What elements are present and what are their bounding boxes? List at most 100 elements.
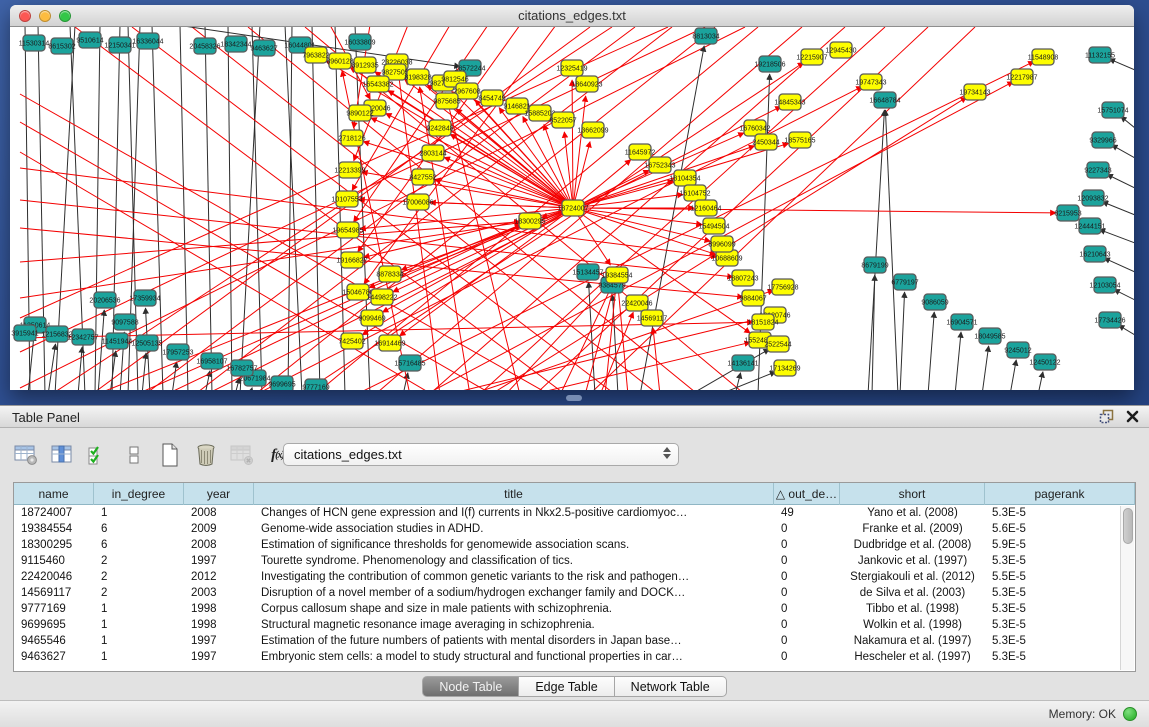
clear-selection-icon[interactable] xyxy=(120,442,147,469)
graph-node[interactable]: 18151824 xyxy=(747,314,778,330)
graph-node[interactable]: 9699695 xyxy=(268,376,295,390)
graph-edge[interactable] xyxy=(573,208,710,241)
graph-node[interactable]: 17734426 xyxy=(1094,312,1125,328)
graph-node[interactable]: 17006086 xyxy=(402,194,433,210)
graph-node[interactable]: 8454749 xyxy=(478,90,505,106)
graph-node[interactable]: 18807243 xyxy=(727,270,758,286)
graph-edge[interactable] xyxy=(180,27,188,390)
graph-edge[interactable] xyxy=(1010,360,1016,390)
graph-node[interactable]: 8215953 xyxy=(1054,205,1081,221)
graph-node[interactable]: 19166827 xyxy=(336,252,367,268)
graph-node[interactable]: 2522544 xyxy=(764,336,791,352)
graph-edge[interactable] xyxy=(718,372,776,390)
graph-node[interactable]: 9890122 xyxy=(346,105,373,121)
graph-node[interactable]: 11451944 xyxy=(102,333,133,349)
column-header-out_de[interactable]: △ out_de… xyxy=(774,483,840,505)
graph-node[interactable]: 9086059 xyxy=(921,294,948,310)
graph-edge[interactable] xyxy=(928,312,934,390)
graph-node[interactable]: 16752343 xyxy=(644,157,675,173)
graph-edge[interactable] xyxy=(250,388,252,390)
graph-node[interactable]: 16543382 xyxy=(362,76,393,92)
column-header-title[interactable]: title xyxy=(254,483,774,505)
graph-edge[interactable] xyxy=(78,347,82,390)
table-row[interactable]: 2242004622012Investigating the contribut… xyxy=(14,569,1135,585)
graph-node[interactable]: 12150341 xyxy=(104,37,135,53)
graph-node[interactable]: 9097588 xyxy=(111,314,138,330)
graph-node[interactable]: 22420046 xyxy=(621,295,652,311)
graph-edge[interactable] xyxy=(20,94,545,390)
graph-edge[interactable] xyxy=(1107,174,1134,188)
table-row[interactable]: 946554611997Estimation of the future num… xyxy=(14,633,1135,649)
graph-edge[interactable] xyxy=(285,27,302,390)
graph-node[interactable]: 12213399 xyxy=(334,162,365,178)
graph-node[interactable]: 8679199 xyxy=(861,257,888,273)
graph-node[interactable]: 16210643 xyxy=(1079,246,1110,262)
graph-node[interactable]: 16958107 xyxy=(196,353,227,369)
graph-node[interactable]: 9329966 xyxy=(1089,132,1116,148)
memory-indicator[interactable] xyxy=(1123,707,1137,721)
graph-node[interactable]: 18575165 xyxy=(784,132,815,148)
show-columns-icon[interactable] xyxy=(48,442,75,469)
graph-node[interactable]: 8615302 xyxy=(48,38,75,54)
graph-node[interactable]: 8878334 xyxy=(376,266,403,282)
graph-node[interactable]: 12342757 xyxy=(67,329,98,345)
graph-node[interactable]: 12103054 xyxy=(1089,277,1120,293)
graph-node[interactable]: 11132155 xyxy=(1085,47,1115,63)
graph-node[interactable]: 2803144 xyxy=(419,145,446,161)
graph-edge[interactable] xyxy=(1104,258,1134,272)
graph-edge[interactable] xyxy=(172,362,177,390)
graph-edge[interactable] xyxy=(573,208,1056,213)
graph-node[interactable]: 14498222 xyxy=(366,289,397,305)
column-header-in_degree[interactable]: in_degree xyxy=(94,483,184,505)
graph-node[interactable]: 8522057 xyxy=(549,112,576,128)
graph-edge[interactable] xyxy=(1109,59,1134,70)
graph-node[interactable]: 18724007 xyxy=(557,200,588,216)
graph-edge[interactable] xyxy=(1038,372,1043,390)
graph-edge[interactable] xyxy=(1114,289,1134,300)
graph-node[interactable]: 12945430 xyxy=(825,42,856,58)
graph-node[interactable]: 9884067 xyxy=(739,290,766,306)
graph-edge[interactable] xyxy=(573,142,590,208)
graph-node[interactable]: 12325419 xyxy=(556,60,587,76)
graph-edge[interactable] xyxy=(98,310,104,390)
graph-node[interactable]: 20206536 xyxy=(89,292,120,308)
graph-node[interactable]: 18300295 xyxy=(514,213,545,229)
graph-node[interactable]: 17359934 xyxy=(129,290,160,306)
column-header-pagerank[interactable]: pagerank xyxy=(985,483,1135,505)
graph-node[interactable]: 9875685 xyxy=(433,93,460,109)
graph-node[interactable]: 12505135 xyxy=(131,335,162,351)
graph-edge[interactable] xyxy=(955,332,961,390)
table-row[interactable]: 969969511998Structural magnetic resonanc… xyxy=(14,617,1135,633)
graph-node[interactable]: 6779197 xyxy=(891,274,918,290)
graph-node[interactable]: 18049585 xyxy=(974,328,1005,344)
table-selector[interactable]: citations_edges.txt xyxy=(283,443,679,466)
graph-edge[interactable] xyxy=(900,292,905,390)
new-document-icon[interactable] xyxy=(156,442,183,469)
graph-node[interactable]: 16782757 xyxy=(226,360,257,376)
graph-node[interactable]: 7425402 xyxy=(338,333,365,349)
graph-node[interactable]: 10107554 xyxy=(331,191,362,207)
graph-node[interactable]: 8427552 xyxy=(409,169,436,185)
graph-node[interactable]: 16033809 xyxy=(344,34,375,50)
column-header-year[interactable]: year xyxy=(184,483,254,505)
graph-node[interactable]: 13662099 xyxy=(577,122,608,138)
graph-edge[interactable] xyxy=(572,80,573,208)
graph-node[interactable]: 14569117 xyxy=(637,310,668,326)
graph-node[interactable]: 15134457 xyxy=(572,264,603,280)
graph-node[interactable]: 8912935 xyxy=(351,57,378,73)
delete-icon[interactable] xyxy=(192,442,219,469)
graph-node[interactable]: 17957253 xyxy=(162,344,193,360)
splitter-handle[interactable] xyxy=(566,395,582,401)
graph-node[interactable]: 9099469 xyxy=(358,310,385,326)
graph-node[interactable]: 8813034 xyxy=(692,28,719,44)
graph-node[interactable]: 12450122 xyxy=(1029,354,1060,370)
select-all-icon[interactable] xyxy=(84,442,111,469)
graph-node[interactable]: 19384554 xyxy=(601,267,632,283)
column-header-short[interactable]: short xyxy=(840,483,985,505)
graph-node[interactable]: 9227343 xyxy=(1084,162,1111,178)
graph-edge[interactable] xyxy=(142,353,146,390)
table-row[interactable]: 1938455462009Genome-wide association stu… xyxy=(14,521,1135,537)
table-scrollbar[interactable] xyxy=(1120,506,1134,670)
graph-node[interactable]: 12444151 xyxy=(1074,218,1105,234)
graph-node[interactable]: 9463627 xyxy=(250,40,277,56)
